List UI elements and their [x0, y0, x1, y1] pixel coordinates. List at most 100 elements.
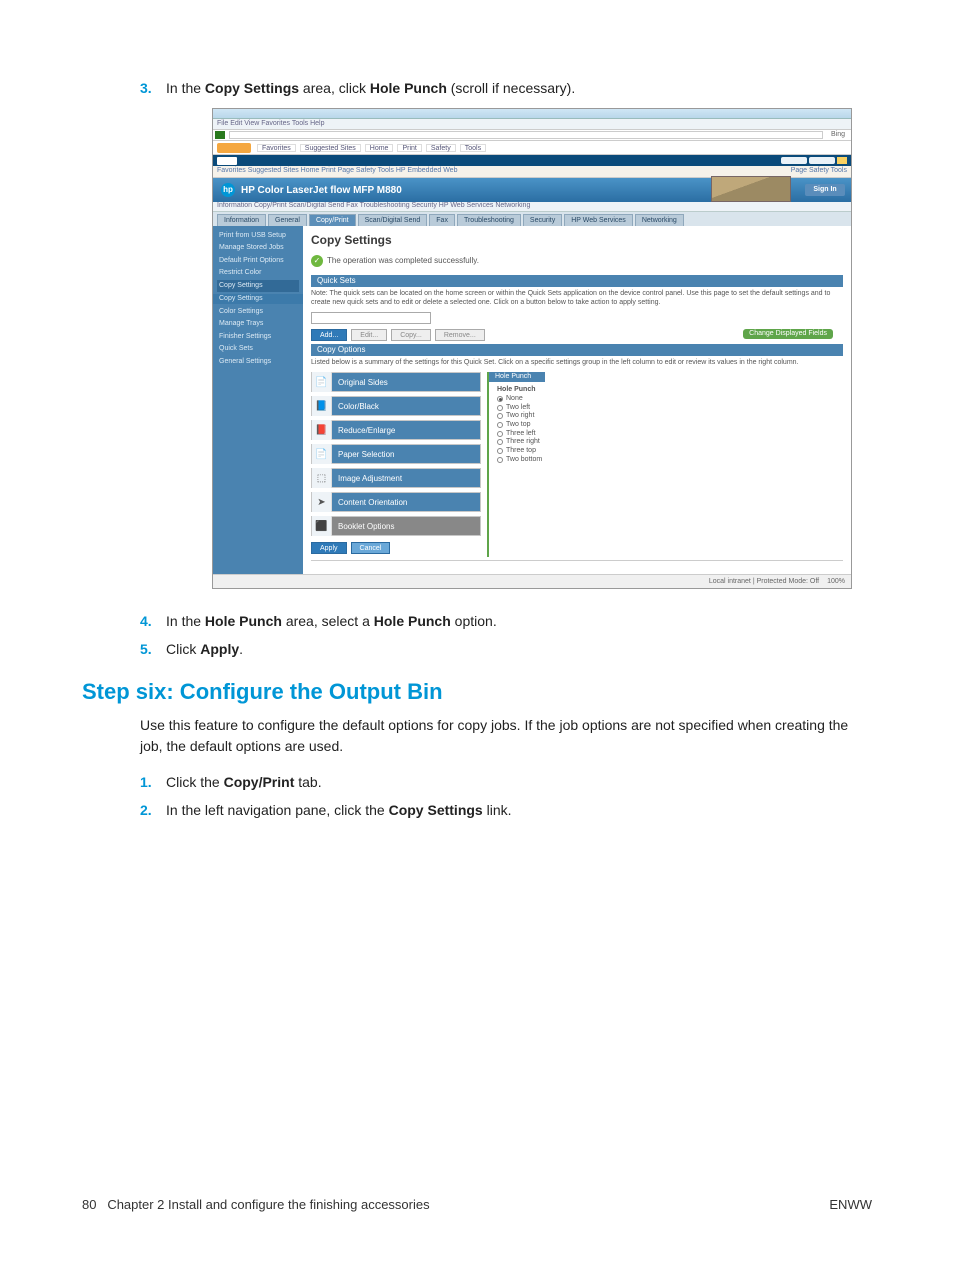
- browser-menubar: File Edit View Favorites Tools Help: [213, 119, 851, 129]
- side-link[interactable]: Manage Stored Jobs: [217, 242, 299, 254]
- nav-pill[interactable]: [781, 157, 807, 164]
- browser-status-bar: Local intranet | Protected Mode: Off 100…: [213, 574, 851, 588]
- txt: Click: [166, 641, 200, 657]
- step-number: 4.: [140, 613, 166, 629]
- copy-options-bar: Copy Options: [311, 344, 843, 356]
- card-content-orientation[interactable]: ➤Content Orientation: [311, 492, 481, 512]
- tab-information[interactable]: Information: [217, 214, 266, 226]
- copy-button[interactable]: Copy...: [391, 329, 431, 341]
- fav-item[interactable]: Suggested Sites: [300, 144, 361, 152]
- radio-two-bottom[interactable]: Two bottom: [497, 456, 843, 464]
- quickset-select-row: [311, 312, 843, 324]
- radio-two-left[interactable]: Two left: [497, 404, 843, 412]
- radio-icon: [497, 405, 503, 411]
- doc-icon: ⬚: [312, 468, 332, 488]
- edit-button[interactable]: Edit...: [351, 329, 387, 341]
- quicksets-note: Note: The quick sets can be located on t…: [311, 290, 843, 307]
- fav-item[interactable]: Safety: [426, 144, 456, 152]
- radio-three-right[interactable]: Three right: [497, 438, 843, 446]
- step-5: 5. Click Apply.: [140, 641, 872, 657]
- fav-item[interactable]: Home: [365, 144, 394, 152]
- bold: Copy Settings: [205, 80, 299, 96]
- card-original-sides[interactable]: 📄Original Sides: [311, 372, 481, 392]
- tab-scan[interactable]: Scan/Digital Send: [358, 214, 428, 226]
- side-link[interactable]: Finisher Settings: [217, 331, 299, 343]
- divider: [311, 560, 843, 561]
- nav-back-icon[interactable]: [215, 131, 225, 139]
- step-text: In the Hole Punch area, select a Hole Pu…: [166, 613, 872, 629]
- card-label: Image Adjustment: [332, 469, 480, 487]
- step-number: 2.: [140, 802, 166, 818]
- txt: link.: [483, 802, 512, 818]
- txt: In the: [166, 80, 205, 96]
- add-button[interactable]: Add...: [311, 329, 347, 341]
- remove-button[interactable]: Remove...: [435, 329, 485, 341]
- tab-troubleshoot[interactable]: Troubleshooting: [457, 214, 521, 226]
- side-link[interactable]: Default Print Options: [217, 255, 299, 267]
- embedded-screenshot: File Edit View Favorites Tools Help Bing…: [212, 108, 852, 589]
- radio-none[interactable]: None: [497, 395, 843, 403]
- side-link-copy-settings[interactable]: Copy Settings: [217, 280, 299, 292]
- side-link[interactable]: Print from USB Setup: [217, 230, 299, 242]
- substep-1: 1. Click the Copy/Print tab.: [140, 774, 872, 790]
- bold: Hole Punch: [205, 613, 282, 629]
- fav-item[interactable]: Favorites: [257, 144, 296, 152]
- txt: area, select a: [282, 613, 374, 629]
- side-link[interactable]: Color Settings: [217, 306, 299, 318]
- radio-three-left[interactable]: Three left: [497, 430, 843, 438]
- apply-button[interactable]: Apply: [311, 542, 347, 554]
- label: Hole Punch: [497, 386, 536, 394]
- tab-webservices[interactable]: HP Web Services: [564, 214, 633, 226]
- ews-header: hp HP Color LaserJet flow MFP M880 Sign …: [213, 178, 851, 202]
- nav-box[interactable]: [217, 157, 237, 165]
- toolrow-left: Favorites Suggested Sites Home Print Pag…: [217, 167, 457, 176]
- card-reduce-enlarge[interactable]: 📕Reduce/Enlarge: [311, 420, 481, 440]
- side-link[interactable]: Quick Sets: [217, 343, 299, 355]
- step-number: 5.: [140, 641, 166, 657]
- side-link[interactable]: Manage Trays: [217, 318, 299, 330]
- radio-three-top[interactable]: Three top: [497, 447, 843, 455]
- tab-fax[interactable]: Fax: [429, 214, 455, 226]
- radio-icon: [497, 431, 503, 437]
- quickset-select[interactable]: [311, 312, 431, 324]
- card-image-adjustment[interactable]: ⬚Image Adjustment: [311, 468, 481, 488]
- step-text: In the left navigation pane, click the C…: [166, 802, 872, 818]
- status-zoom: 100%: [827, 578, 845, 586]
- success-row: ✓ The operation was completed successful…: [311, 253, 843, 273]
- bold: Hole Punch: [374, 613, 451, 629]
- card-color-black[interactable]: 📘Color/Black: [311, 396, 481, 416]
- radio-icon: [497, 439, 503, 445]
- radio-two-top[interactable]: Two top: [497, 421, 843, 429]
- tab-networking[interactable]: Networking: [635, 214, 684, 226]
- fav-item[interactable]: Print: [397, 144, 421, 152]
- success-text: The operation was completed successfully…: [327, 257, 479, 266]
- tab-copy-print[interactable]: Copy/Print: [309, 214, 356, 226]
- side-link[interactable]: Restrict Color: [217, 267, 299, 279]
- txt: Click the: [166, 774, 224, 790]
- radio-label: None: [506, 395, 523, 403]
- footer-right: ENWW: [829, 1197, 872, 1212]
- settings-card-list: 📄Original Sides 📘Color/Black 📕Reduce/Enl…: [311, 372, 481, 557]
- change-fields-pill[interactable]: Change Displayed Fields: [743, 329, 833, 339]
- tab-security[interactable]: Security: [523, 214, 562, 226]
- copy-settings-heading: Copy Settings: [311, 234, 843, 247]
- star-icon[interactable]: [837, 157, 847, 164]
- section-paragraph: Use this feature to configure the defaul…: [140, 715, 872, 756]
- sign-in-button[interactable]: Sign In: [805, 184, 845, 196]
- txt: In the: [166, 613, 205, 629]
- card-booklet-options[interactable]: ⬛Booklet Options: [311, 516, 481, 536]
- tab-general[interactable]: General: [268, 214, 307, 226]
- doc-icon: ⬛: [312, 516, 332, 536]
- checkmark-icon: ✓: [311, 255, 323, 267]
- favorites-button[interactable]: [217, 143, 251, 153]
- side-link[interactable]: General Settings: [217, 356, 299, 368]
- card-label: Reduce/Enlarge: [332, 421, 480, 439]
- nav-pill[interactable]: [809, 157, 835, 164]
- radio-two-right[interactable]: Two right: [497, 412, 843, 420]
- cancel-button[interactable]: Cancel: [351, 542, 391, 554]
- ews-main-panel: Copy Settings ✓ The operation was comple…: [303, 226, 851, 574]
- bold: Copy/Print: [224, 774, 295, 790]
- fav-item[interactable]: Tools: [460, 144, 486, 152]
- card-paper-selection[interactable]: 📄Paper Selection: [311, 444, 481, 464]
- address-input[interactable]: [229, 131, 823, 139]
